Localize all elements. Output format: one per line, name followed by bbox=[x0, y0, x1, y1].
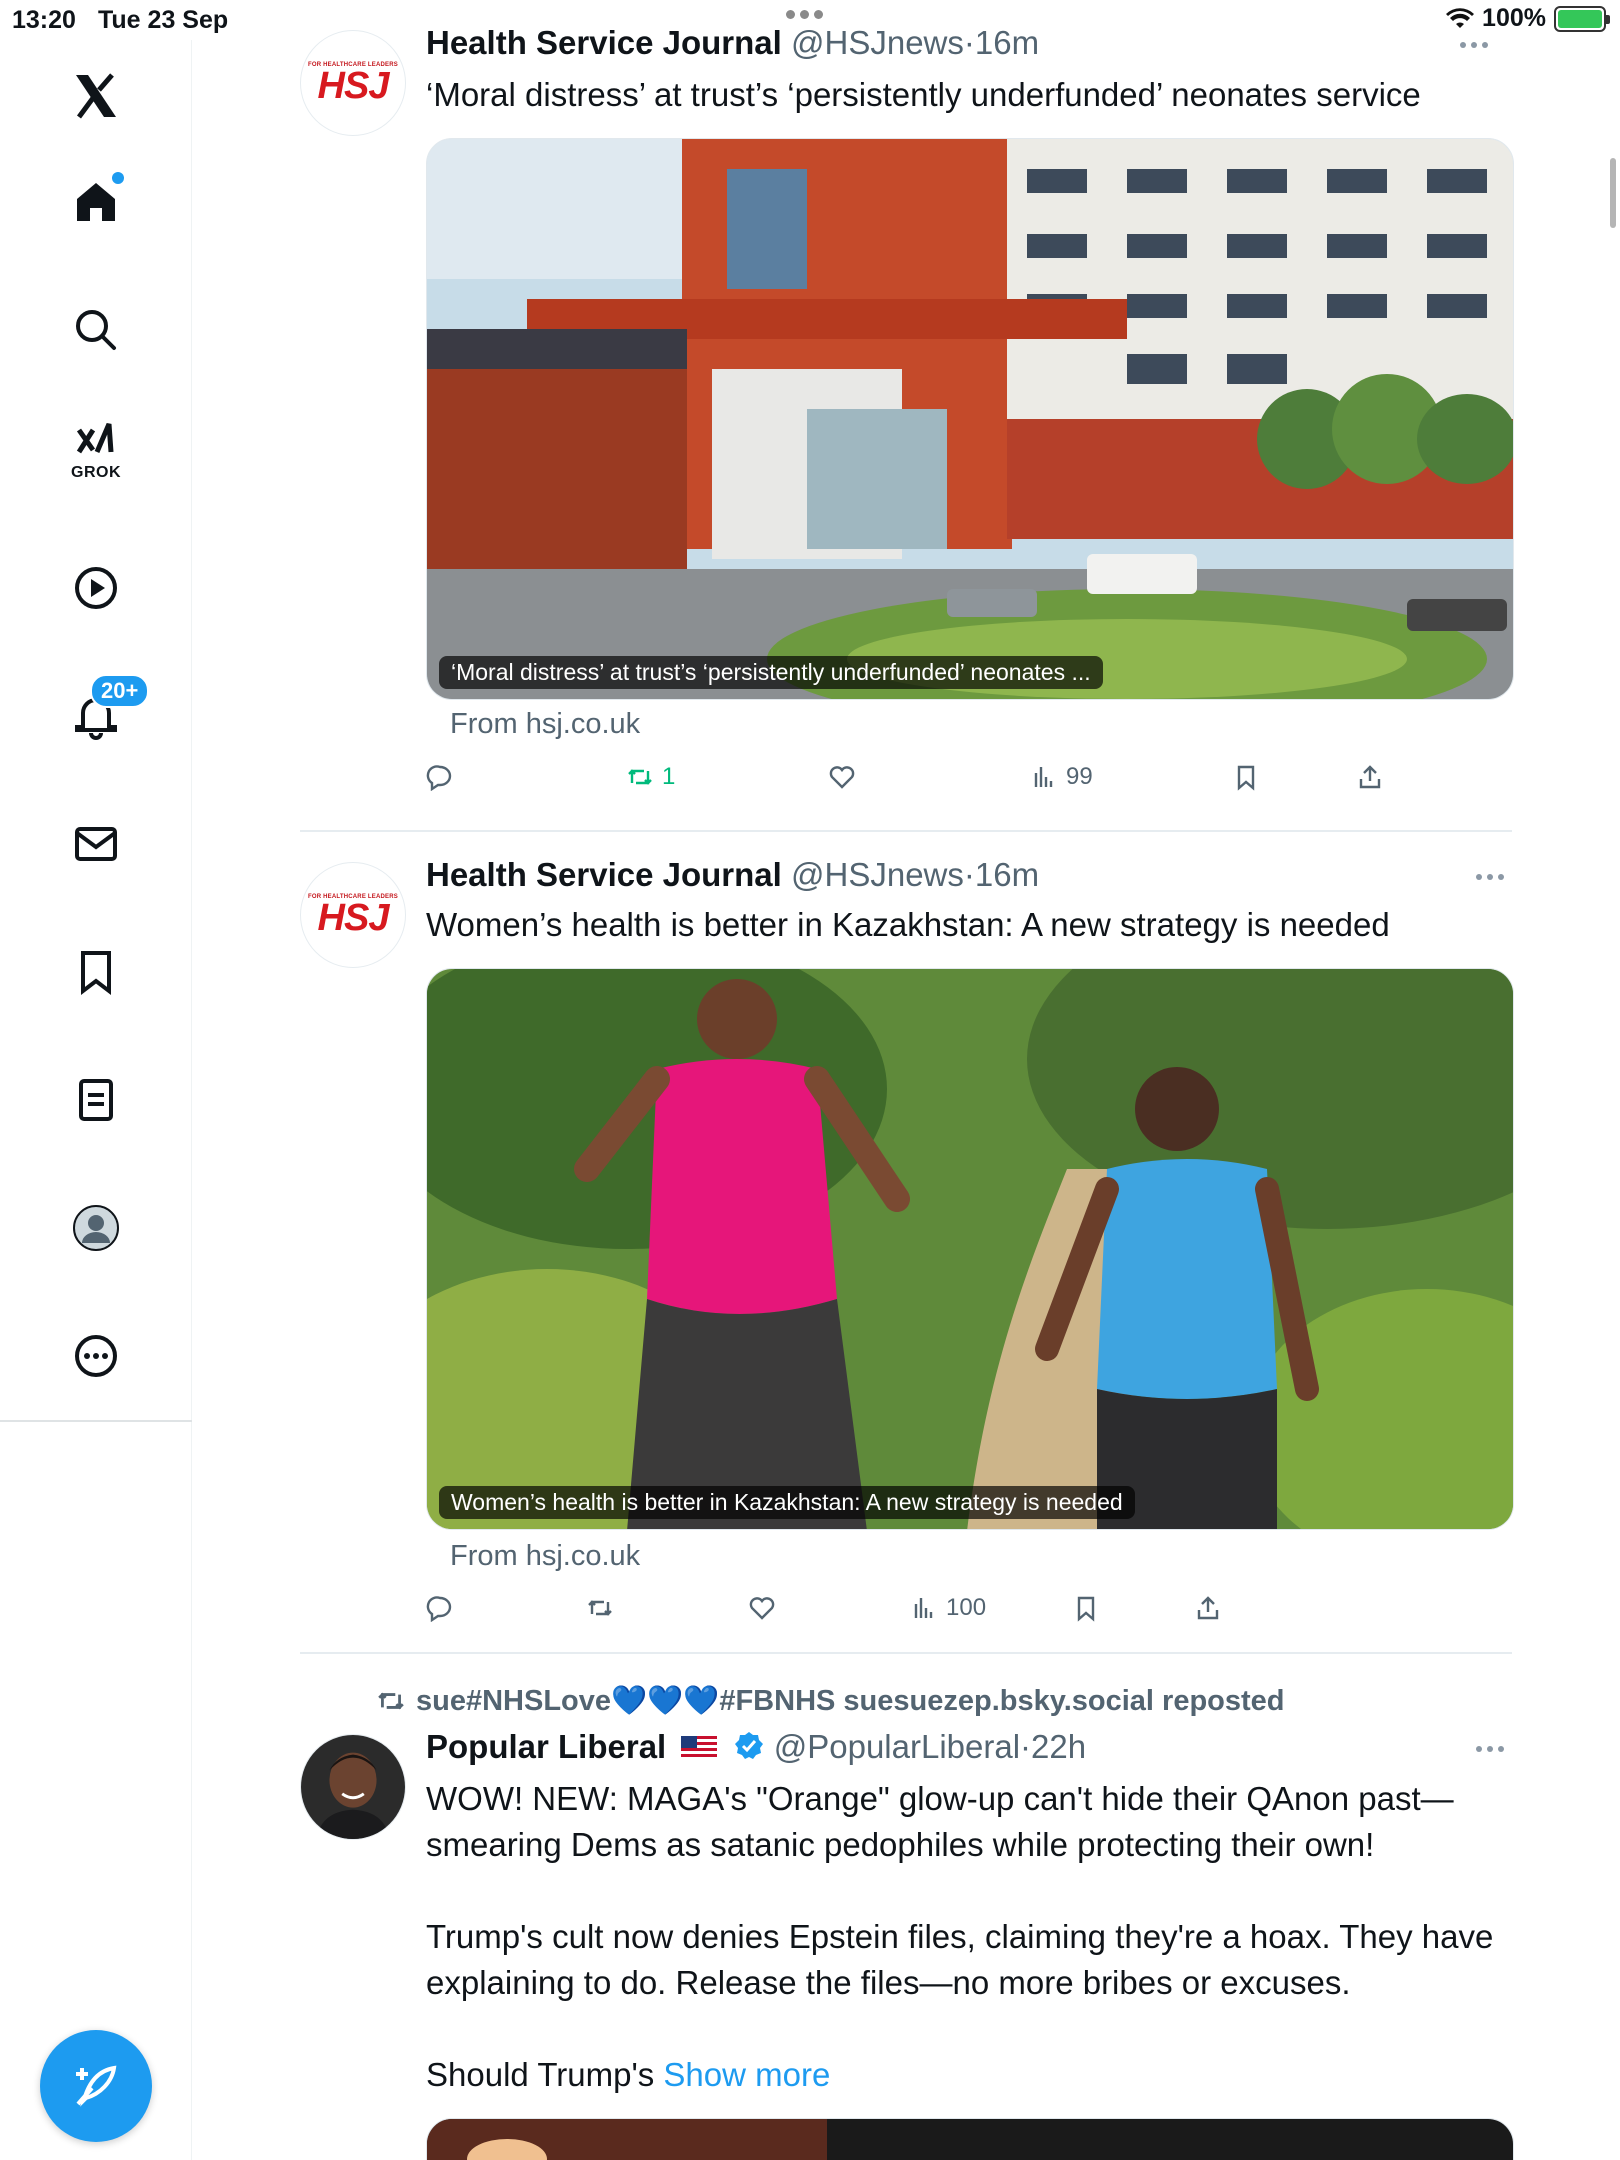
tweet-text-paragraph-3: Should Trump's Show more bbox=[426, 2052, 1506, 2098]
verified-badge-icon[interactable] bbox=[733, 1730, 765, 1762]
author-handle[interactable]: @HSJnews bbox=[791, 856, 964, 893]
retweet-count: 1 bbox=[662, 763, 676, 790]
notifications-icon[interactable]: 20+ bbox=[64, 674, 150, 748]
tweet-image-preview bbox=[427, 2119, 1513, 2160]
tweet-header: Popular Liberal @PopularLiberal·22h bbox=[426, 1728, 1086, 1766]
more-icon[interactable] bbox=[64, 1324, 128, 1388]
hsj-logo: FOR HEALTHCARE LEADERS HSJ bbox=[308, 894, 398, 939]
home-unread-dot bbox=[112, 172, 124, 184]
profile-avatar-icon[interactable] bbox=[64, 1196, 128, 1260]
bookmarks-icon[interactable] bbox=[64, 940, 128, 1004]
lists-icon[interactable] bbox=[64, 1068, 128, 1132]
tweet-header: Health Service Journal @HSJnews·16m bbox=[426, 856, 1039, 894]
share-button[interactable] bbox=[1356, 763, 1384, 791]
wifi-icon bbox=[1446, 7, 1475, 28]
reply-icon bbox=[426, 765, 452, 791]
bookmark-icon bbox=[1077, 1596, 1095, 1622]
link-source[interactable]: From hsj.co.uk bbox=[450, 708, 640, 741]
tweet-text-paragraph-1: WOW! NEW: MAGA's "Orange" glow-up can't … bbox=[426, 1780, 1454, 1863]
retweet-button[interactable] bbox=[586, 1594, 614, 1622]
post-time: ·22h bbox=[1020, 1728, 1087, 1765]
more-options-icon[interactable] bbox=[1476, 874, 1504, 880]
views-button[interactable]: 99 bbox=[1030, 763, 1093, 791]
author-name[interactable]: Health Service Journal bbox=[426, 856, 782, 893]
link-card-image[interactable]: ‘Moral distress’ at trust’s ‘persistentl… bbox=[426, 138, 1514, 700]
avatar-photo bbox=[301, 1735, 405, 1839]
hospital-photo bbox=[427, 139, 1513, 699]
share-icon bbox=[1197, 1596, 1219, 1620]
avatar[interactable]: FOR HEALTHCARE LEADERS HSJ bbox=[300, 862, 406, 968]
views-count: 100 bbox=[946, 1594, 987, 1621]
views-icon bbox=[1034, 767, 1053, 787]
scrollbar-thumb[interactable] bbox=[1610, 158, 1616, 228]
mail-icon[interactable] bbox=[64, 812, 128, 876]
retweet-icon bbox=[378, 1692, 404, 1710]
share-button[interactable] bbox=[1194, 1594, 1222, 1622]
like-button[interactable] bbox=[748, 1594, 776, 1622]
reply-button[interactable] bbox=[426, 1594, 454, 1622]
tweet-separator bbox=[300, 830, 1512, 832]
notifications-badge: 20+ bbox=[90, 674, 150, 708]
multitasking-dots-icon[interactable] bbox=[786, 10, 823, 19]
tweet-actions: 100 bbox=[426, 1594, 1426, 1634]
status-time: 13:20 bbox=[12, 6, 76, 34]
bookmark-button[interactable] bbox=[1232, 763, 1260, 791]
views-button[interactable]: 100 bbox=[910, 1594, 986, 1622]
post-time: ·16m bbox=[963, 24, 1040, 61]
tweet-text-truncated: Should Trump's bbox=[426, 2056, 655, 2093]
tweet-text: Women’s health is better in Kazakhstan: … bbox=[426, 906, 1390, 943]
x-logo-icon[interactable] bbox=[64, 64, 128, 128]
heart-icon bbox=[749, 1597, 775, 1620]
home-icon[interactable] bbox=[64, 170, 128, 234]
post-time: ·16m bbox=[963, 856, 1040, 893]
video-icon[interactable] bbox=[64, 556, 128, 620]
author-name[interactable]: Health Service Journal bbox=[426, 24, 782, 61]
status-date: Tue 23 Sep bbox=[98, 6, 229, 34]
grok-label: GROK bbox=[71, 464, 121, 481]
tweet-image[interactable] bbox=[426, 2118, 1514, 2160]
link-card-image[interactable]: Women’s health is better in Kazakhstan: … bbox=[426, 968, 1514, 1530]
avatar[interactable]: FOR HEALTHCARE LEADERS HSJ bbox=[300, 30, 406, 136]
link-card-caption: Women’s health is better in Kazakhstan: … bbox=[439, 1486, 1135, 1519]
grok-icon[interactable]: GROK bbox=[64, 420, 128, 484]
link-source[interactable]: From hsj.co.uk bbox=[450, 1540, 640, 1573]
link-card-caption: ‘Moral distress’ at trust’s ‘persistentl… bbox=[439, 656, 1103, 689]
us-flag-icon bbox=[681, 1736, 718, 1760]
author-handle[interactable]: @PopularLiberal bbox=[774, 1728, 1020, 1765]
share-icon bbox=[1359, 765, 1381, 789]
author-name[interactable]: Popular Liberal bbox=[426, 1728, 666, 1765]
bookmark-icon bbox=[1237, 765, 1255, 791]
repost-context[interactable]: sue#NHSLove💙💙💙#FBNHS suesuezep.bsky.soci… bbox=[376, 1684, 1285, 1718]
avatar[interactable] bbox=[300, 1734, 406, 1840]
like-button[interactable] bbox=[828, 763, 856, 791]
heart-icon bbox=[829, 766, 855, 789]
tweet-text: ‘Moral distress’ at trust’s ‘persistentl… bbox=[426, 76, 1421, 113]
tweet-actions: 1 99 bbox=[426, 763, 1426, 803]
search-icon[interactable] bbox=[64, 298, 128, 362]
reply-icon bbox=[426, 1596, 452, 1622]
views-count: 99 bbox=[1066, 763, 1093, 790]
tweet-header: Health Service Journal @HSJnews·16m bbox=[426, 24, 1039, 62]
repost-by-text: sue#NHSLove💙💙💙#FBNHS suesuezep.bsky.soci… bbox=[416, 1685, 1285, 1717]
compose-post-button[interactable] bbox=[40, 2030, 152, 2142]
bookmark-button[interactable] bbox=[1072, 1594, 1100, 1622]
retweet-button[interactable]: 1 bbox=[626, 763, 675, 791]
author-handle[interactable]: @HSJnews bbox=[791, 24, 964, 61]
battery-icon bbox=[1554, 5, 1610, 32]
retweet-icon bbox=[588, 1600, 612, 1616]
tweet-separator bbox=[300, 1652, 1512, 1654]
sidebar: GROK 20+ bbox=[0, 40, 192, 2160]
hsj-logo: FOR HEALTHCARE LEADERS HSJ bbox=[308, 62, 398, 107]
show-more-link[interactable]: Show more bbox=[663, 2056, 830, 2093]
battery-percent: 100% bbox=[1482, 4, 1546, 32]
sidebar-divider bbox=[0, 1420, 192, 1422]
retweet-icon bbox=[628, 769, 652, 785]
runners-photo bbox=[427, 969, 1513, 1529]
more-options-icon[interactable] bbox=[1460, 42, 1488, 48]
tweet-text-paragraph-2: Trump's cult now denies Epstein files, c… bbox=[426, 1918, 1494, 2001]
views-icon bbox=[914, 1598, 933, 1618]
reply-button[interactable] bbox=[426, 763, 454, 791]
more-options-icon[interactable] bbox=[1476, 1746, 1504, 1752]
